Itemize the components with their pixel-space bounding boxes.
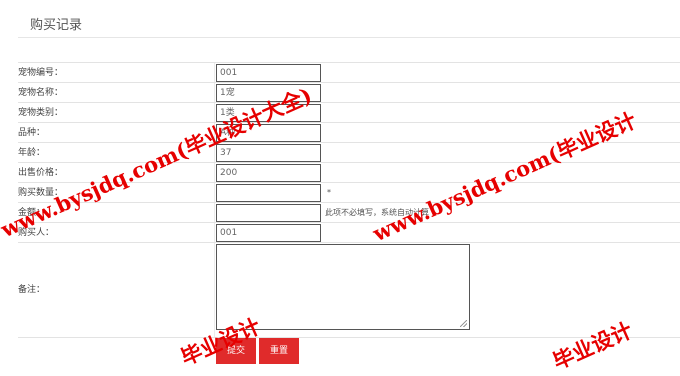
column-divider xyxy=(214,83,215,102)
column-divider xyxy=(214,243,215,337)
price-field[interactable]: 200 xyxy=(216,164,321,182)
amount-label: 金额： xyxy=(18,208,46,218)
pet-id-field[interactable]: 001 xyxy=(216,64,321,82)
column-divider xyxy=(214,163,215,182)
row-pet-category: 宠物类别： 1类 xyxy=(18,103,680,123)
buyer-field[interactable]: 001 xyxy=(216,224,321,242)
page-title: 购买记录 xyxy=(30,18,83,33)
buyer-label: 购买人： xyxy=(18,228,55,238)
age-label: 年龄： xyxy=(18,148,46,158)
row-buyer: 购买人： 001 xyxy=(18,223,680,243)
column-divider xyxy=(214,183,215,202)
title-divider xyxy=(18,37,680,38)
row-remark: 备注： xyxy=(18,243,680,338)
column-divider xyxy=(214,123,215,142)
breed-field[interactable]: A种 xyxy=(216,124,321,142)
column-divider xyxy=(214,103,215,122)
row-pet-name: 宠物名称： 1宠 xyxy=(18,83,680,103)
amount-input[interactable] xyxy=(216,204,321,222)
pet-name-field[interactable]: 1宠 xyxy=(216,84,321,102)
remark-textarea[interactable] xyxy=(216,244,470,330)
pet-category-label: 宠物类别： xyxy=(18,108,64,118)
column-divider xyxy=(214,63,215,82)
pet-id-label: 宠物编号： xyxy=(18,68,64,78)
resize-grip-icon[interactable] xyxy=(460,320,467,327)
breed-label: 品种： xyxy=(18,128,46,138)
column-divider xyxy=(214,203,215,222)
quantity-label: 购买数量： xyxy=(18,188,64,198)
row-amount: 金额： 此项不必填写，系统自动计算 xyxy=(18,203,680,223)
row-price: 出售价格： 200 xyxy=(18,163,680,183)
submit-button[interactable]: 提交 xyxy=(216,338,256,364)
reset-button[interactable]: 重置 xyxy=(259,338,299,364)
amount-hint: 此项不必填写，系统自动计算 xyxy=(325,208,429,217)
required-marker: * xyxy=(327,188,331,197)
age-field[interactable]: 37 xyxy=(216,144,321,162)
price-label: 出售价格： xyxy=(18,168,64,178)
row-breed: 品种： A种 xyxy=(18,123,680,143)
pet-category-field[interactable]: 1类 xyxy=(216,104,321,122)
column-divider xyxy=(214,143,215,162)
row-age: 年龄： 37 xyxy=(18,143,680,163)
quantity-input[interactable] xyxy=(216,184,321,202)
purchase-form: 宠物编号： 001 宠物名称： 1宠 宠物类别： 1类 品种： A种 年龄： 3… xyxy=(18,62,680,338)
remark-label: 备注： xyxy=(18,285,46,295)
pet-name-label: 宠物名称： xyxy=(18,88,64,98)
row-quantity: 购买数量： * xyxy=(18,183,680,203)
column-divider xyxy=(214,223,215,242)
row-pet-id: 宠物编号： 001 xyxy=(18,63,680,83)
